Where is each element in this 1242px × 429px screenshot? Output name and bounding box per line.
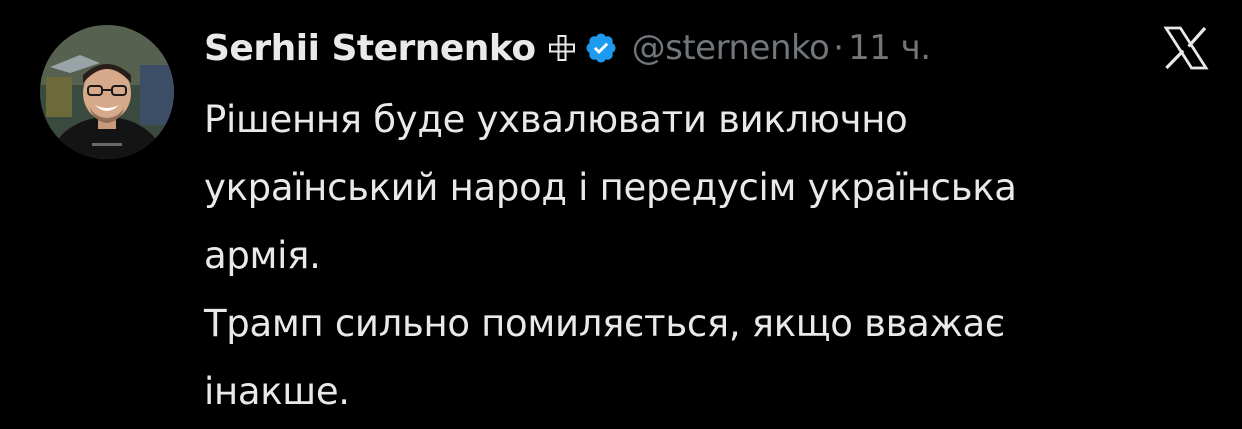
tweet-text-line: інакше.	[204, 370, 350, 413]
timestamp[interactable]: 11 ч.	[848, 28, 931, 68]
avatar-image	[40, 25, 174, 159]
tweet-text-line: український народ і передусім українська	[204, 166, 1017, 209]
tweet-text-line: Трамп сильно помиляється, якщо вважає	[204, 302, 1005, 345]
avatar[interactable]	[40, 25, 174, 159]
tweet-header: Serhii Sternenko @sternenko · 11 ч.	[204, 20, 931, 76]
display-name[interactable]: Serhii Sternenko	[204, 28, 536, 69]
tweet-text: Рішення буде ухвалювати виключно українс…	[204, 86, 1224, 426]
tweet-text-line: Рішення буде ухвалювати виключно	[204, 98, 908, 141]
separator-dot: ·	[833, 28, 845, 68]
tweet-card[interactable]: Serhii Sternenko @sternenko · 11 ч. Ріше…	[0, 0, 1242, 429]
verified-badge-icon[interactable]	[584, 31, 618, 65]
x-logo-icon[interactable]	[1162, 26, 1210, 70]
plus-icon	[548, 34, 576, 62]
handle[interactable]: @sternenko	[632, 28, 830, 68]
tweet-text-line: армія.	[204, 234, 321, 277]
